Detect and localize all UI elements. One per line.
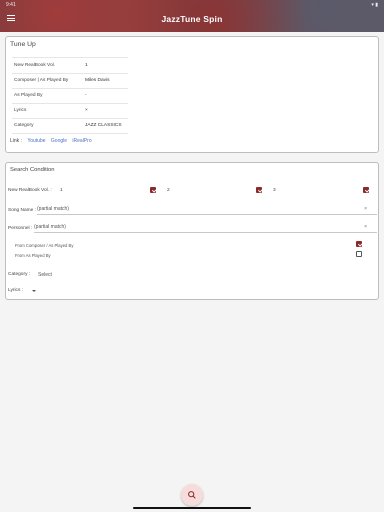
info-label: New RealBook Vol. — [14, 63, 56, 68]
app-title: JazzTune Spin — [161, 14, 223, 24]
tune-title: Tune Up — [10, 41, 36, 48]
info-row-realbook-vol: New RealBook Vol. 1 — [12, 57, 128, 74]
search-icon — [188, 491, 196, 499]
vol-2-label: 2 — [167, 188, 170, 193]
link-row: Link : Youtube Google iRealPro — [10, 138, 92, 144]
clear-icon[interactable]: × — [364, 224, 367, 230]
info-value: 1 — [85, 63, 88, 68]
vol-1-checkbox[interactable] — [150, 187, 156, 193]
clear-icon[interactable]: × — [364, 206, 367, 212]
tune-detail-card: Tune Up New RealBook Vol. 1 Composer | A… — [5, 36, 379, 153]
vol-1-label: 1 — [60, 188, 63, 193]
vol-3-checkbox[interactable] — [363, 187, 369, 193]
category-label: Category : — [8, 272, 31, 277]
youtube-link[interactable]: Youtube — [27, 138, 45, 144]
category-select[interactable]: Select — [38, 272, 52, 278]
irealpro-link[interactable]: iRealPro — [72, 138, 91, 144]
info-value: - — [85, 93, 87, 98]
home-indicator — [133, 507, 251, 509]
info-label: As Played By — [14, 93, 43, 98]
app-header: 9:41 ▾ ▮ JazzTune Spin — [0, 0, 384, 32]
info-row-category: Category JAZZ CLASSICS — [12, 118, 128, 134]
chevron-down-icon[interactable] — [32, 290, 36, 292]
google-link[interactable]: Google — [51, 138, 67, 144]
song-name-input[interactable] — [37, 204, 377, 215]
search-condition-title: Search Condition — [10, 167, 55, 173]
vol-2-checkbox[interactable] — [256, 187, 262, 193]
info-row-composer: Composer | As Played By Miles Davis — [12, 73, 128, 89]
info-value: JAZZ CLASSICS — [85, 123, 122, 128]
from-played-label: From As Played By — [15, 253, 51, 258]
status-bar: 9:41 ▾ ▮ — [0, 2, 384, 10]
info-row-as-played-by: As Played By - — [12, 88, 128, 104]
battery-icon: ▾ ▮ — [371, 2, 378, 8]
info-value: × — [85, 108, 88, 113]
info-label: Category — [14, 123, 34, 128]
link-label: Link : — [10, 138, 22, 144]
lyrics-label: Lyrics : — [8, 288, 24, 293]
search-condition-card: Search Condition New RealBook Vol. : 1 2… — [5, 162, 379, 300]
realbook-vol-label: New RealBook Vol. : — [8, 188, 52, 193]
vol-3-label: 3 — [273, 188, 276, 193]
personnel-input[interactable] — [34, 222, 377, 233]
song-name-label: Song Name : — [8, 208, 36, 213]
status-time: 9:41 — [6, 2, 16, 8]
info-label: Composer | As Played By — [14, 78, 69, 83]
info-row-lyrics: Lyrics × — [12, 103, 128, 119]
from-composer-label: From Composer / As Played By — [15, 243, 74, 248]
personnel-label: Personnel : — [8, 226, 33, 231]
search-button[interactable] — [181, 484, 203, 506]
info-value: Miles Davis — [85, 78, 110, 83]
from-played-checkbox[interactable] — [356, 251, 362, 257]
from-composer-checkbox[interactable] — [356, 241, 362, 247]
info-label: Lyrics — [14, 108, 27, 113]
